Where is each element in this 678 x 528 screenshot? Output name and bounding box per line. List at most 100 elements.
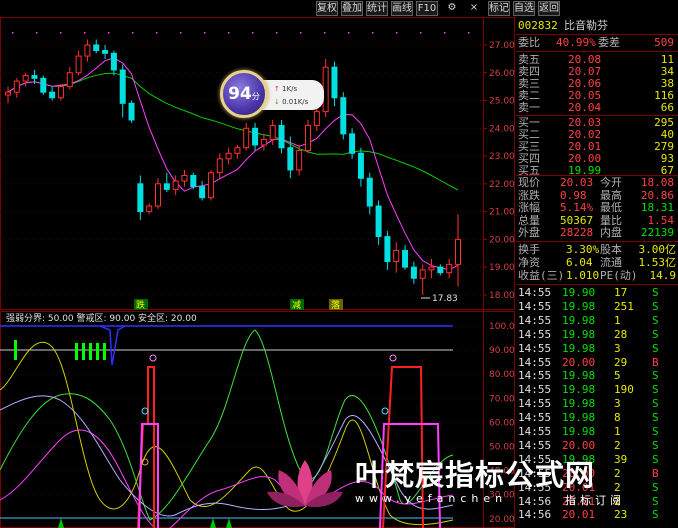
tick-side: S xyxy=(652,397,659,411)
finance-value: 1.53亿 xyxy=(638,256,677,269)
quote-value: 18.08 xyxy=(640,176,674,189)
candle-body xyxy=(75,55,82,74)
stock-header: 002832 比音勒芬 xyxy=(516,20,678,32)
candle-body xyxy=(49,91,56,99)
weicha-value: 509 xyxy=(654,36,674,49)
quote-row: 总量 50367 量比 1.54 xyxy=(516,213,678,227)
low-price-label: 17.83 xyxy=(432,294,458,304)
tick-price: 19.98 xyxy=(562,397,596,411)
quote-value: 22139 xyxy=(640,226,674,239)
weibi-row: 委比 40.99% 委差 509 xyxy=(516,37,678,49)
top-dot xyxy=(204,32,206,34)
candle-body xyxy=(278,125,285,149)
tick-row: 14:55 19.98 3 S xyxy=(516,398,678,410)
quote-value: 50367 xyxy=(560,213,594,227)
score-badge[interactable]: ↑ 1K/s ↓ 0.01K/s 94分 xyxy=(220,70,335,120)
main-price-axis: 27.00 26.00 25.00 24.00 23.00 22.00 21.00 20.00… xyxy=(483,41,515,301)
candle-body xyxy=(428,266,435,271)
finance-label: 换手 xyxy=(518,243,540,256)
candle-body xyxy=(234,147,241,154)
candle-body xyxy=(402,249,409,268)
top-dot xyxy=(420,32,422,34)
tick-side: S xyxy=(652,341,659,355)
finance-row: 收益(三) 1.010 PE(动) 14.9 xyxy=(516,270,678,282)
main-axis-label: 18.00 xyxy=(489,291,515,301)
quote-label: 现价 xyxy=(518,176,540,189)
ask-price: 20.04 xyxy=(568,101,602,114)
top-dot xyxy=(60,32,62,34)
tick-time: 14:55 xyxy=(518,425,552,438)
candle-body xyxy=(128,102,135,121)
candle-body xyxy=(269,125,276,140)
main-axis-label: 20.00 xyxy=(489,235,515,245)
top-dot xyxy=(468,32,470,34)
watchlist-button[interactable]: 自选 xyxy=(513,1,535,16)
indicator-axis-label: 70.00 xyxy=(489,394,515,404)
finance-label: 流通 xyxy=(600,256,622,269)
back-button[interactable]: 返回 xyxy=(538,1,560,16)
tick-time: 14:55 xyxy=(518,341,552,355)
candle-body xyxy=(172,180,179,190)
candle-body xyxy=(243,127,250,149)
stock-name: 比音勒芬 xyxy=(564,19,608,32)
top-dot xyxy=(396,32,398,34)
quote-row: 涨幅 5.14% 最低 18.31 xyxy=(516,202,678,214)
signal-luo: 落 xyxy=(331,299,340,311)
score-unit: 分 xyxy=(251,92,260,101)
finance-value: 6.04 xyxy=(566,256,593,269)
indicator-axis-label: 90.00 xyxy=(489,346,515,356)
top-dot xyxy=(84,32,86,34)
tick-side: S xyxy=(652,299,659,313)
tick-price: 19.98 xyxy=(562,313,596,327)
candle-body xyxy=(340,97,347,135)
tick-side: S xyxy=(652,383,659,397)
quote-label: 涨幅 xyxy=(518,201,540,214)
tick-row: 14:55 19.98 1 S xyxy=(516,426,678,438)
watermark: 叶梵宸指标公式网 www.yefanchen 指标订阅 xyxy=(265,448,678,528)
candle-body xyxy=(287,147,294,171)
quote-label: 总量 xyxy=(518,213,540,227)
tick-row: 14:55 19.98 251 S xyxy=(516,299,678,313)
tick-price: 19.98 xyxy=(562,369,596,383)
ask-label: 卖一 xyxy=(518,101,540,114)
finance-value: 14.9 xyxy=(649,269,677,282)
tick-row: 14:55 19.98 3 S xyxy=(516,341,678,355)
main-axis-label: 21.00 xyxy=(489,208,515,218)
tick-volume: 29 xyxy=(614,355,628,369)
top-dot xyxy=(12,32,14,34)
tick-time: 14:55 xyxy=(518,397,552,411)
candle-body xyxy=(375,205,382,238)
ask-volume: 66 xyxy=(660,101,674,114)
candle-body xyxy=(437,266,444,274)
candle-body xyxy=(366,177,373,207)
candle-body xyxy=(119,69,126,104)
tick-price: 20.00 xyxy=(562,355,596,369)
candle-body xyxy=(93,44,100,52)
finance-label: 收益(三) xyxy=(518,269,565,282)
finance-value: 1.010 xyxy=(566,269,600,282)
tick-row: 14:55 20.00 29 B xyxy=(516,355,678,369)
top-dot xyxy=(300,32,302,34)
tick-time: 14:55 xyxy=(518,355,552,369)
tick-price: 19.90 xyxy=(562,286,596,299)
main-axis-label: 24.00 xyxy=(489,124,515,134)
tick-volume: 3 xyxy=(614,397,621,411)
quote-row: 外盘 28228 内盘 22139 xyxy=(516,227,678,239)
candle-body xyxy=(22,75,29,82)
tick-side: S xyxy=(652,411,659,425)
score-circle: 94分 xyxy=(220,70,268,118)
down-speed: ↓ 0.01K/s xyxy=(274,98,309,106)
tick-volume: 28 xyxy=(614,327,628,341)
quote-label: 量比 xyxy=(600,213,622,227)
top-dot xyxy=(324,32,326,34)
candle-body xyxy=(13,80,20,93)
tick-side: S xyxy=(652,313,659,327)
tick-row: 14:55 19.90 17 S xyxy=(516,287,678,299)
low-price-marker: 17.83 xyxy=(421,294,458,304)
tick-row: 14:55 19.98 8 S xyxy=(516,412,678,424)
tick-price: 19.98 xyxy=(562,383,596,397)
main-axis-label: 27.00 xyxy=(489,41,515,51)
candle-body xyxy=(357,152,364,179)
tick-time: 14:55 xyxy=(518,286,552,299)
tick-volume: 17 xyxy=(614,286,628,299)
